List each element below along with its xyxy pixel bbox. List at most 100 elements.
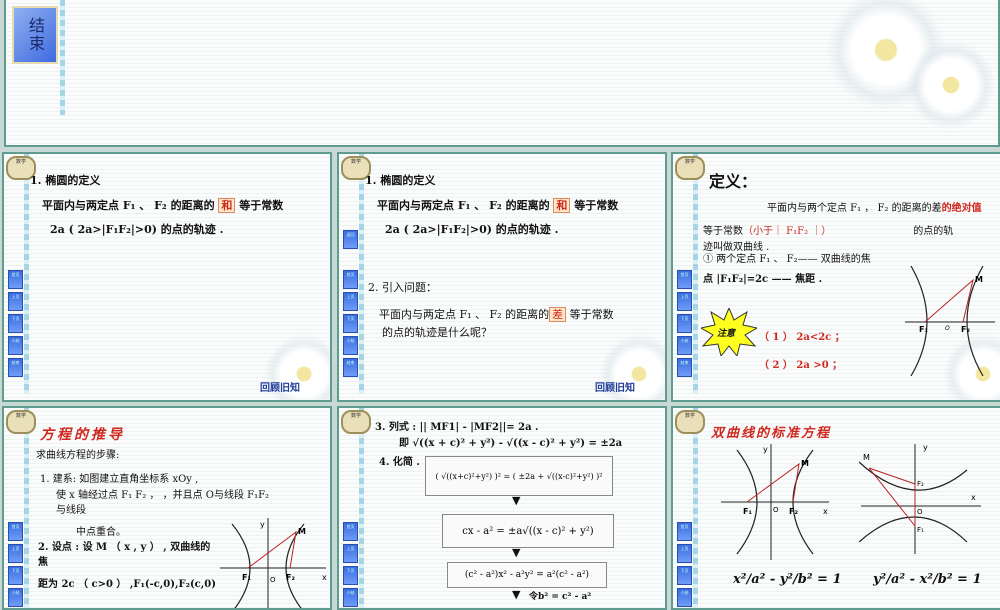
nav-next[interactable]: 下页	[8, 314, 23, 333]
label-M: M	[801, 459, 809, 468]
decor-strip	[24, 154, 29, 394]
text-condition: （小于｜ F₁F₂ ｜）	[743, 226, 832, 237]
arrow-down-icon: ▼	[512, 494, 521, 507]
label-F1: F₁	[919, 325, 928, 334]
nav-summary[interactable]: 小结	[343, 588, 358, 607]
label-M: M	[975, 275, 983, 284]
slide-2[interactable]: 数学 返回 首页 上页 下页 小结 结束 1. 椭圆的定义 平面内与两定点 F₁…	[337, 152, 667, 402]
nav-home[interactable]: 首页	[677, 522, 692, 541]
label-O: O	[773, 506, 779, 514]
step-1-cont: 使 x 轴经过点 F₁ F₂ ， ，并且点 O与线段 F₁F₂	[56, 490, 270, 501]
review-link[interactable]: 回顾旧知	[595, 379, 635, 394]
nav-prev[interactable]: 上页	[677, 544, 692, 563]
label-F2: F₂	[961, 325, 970, 334]
nav-prev[interactable]: 上页	[8, 544, 23, 563]
slide-title: 定义：	[709, 172, 758, 191]
step-2: 2. 设点 : 设 M （ x , y ） , 双曲线的	[38, 542, 211, 553]
step-3-equation: 即 √((x + c)² + y²) - √((x - c)² + y²) = …	[399, 438, 623, 449]
end-button[interactable]: 结束	[12, 6, 58, 64]
logo: 数学	[675, 156, 705, 180]
hyperbola-vertical-diagram: y x M F₂ O F₁	[859, 443, 981, 554]
standard-equation-2: y²/a² - x²/b² = 1	[873, 572, 982, 587]
nav-next[interactable]: 下页	[677, 566, 692, 585]
nav-next[interactable]: 下页	[343, 566, 358, 585]
standard-equation-1: x²/a² - y²/b² = 1	[733, 572, 842, 587]
decor-strip	[693, 154, 698, 394]
label-x: x	[823, 507, 828, 516]
nav-prev[interactable]: 上页	[677, 292, 692, 311]
slide-5[interactable]: 数学 首页 上页 下页 小结 3. 列式 : || MF1| - |MF2||=…	[337, 406, 667, 610]
label-F1: F₁	[917, 526, 924, 534]
nav-summary[interactable]: 小结	[8, 588, 23, 607]
text: 平面内与两定点 F₁ 、 F₂ 的距离的	[377, 199, 550, 212]
text-abs-value: 的绝对值	[941, 203, 982, 214]
def-line-4: ① 两个定点 F₁ 、 F₂—— 双曲线的焦	[703, 254, 871, 265]
nav-prev[interactable]: 上页	[343, 544, 358, 563]
hyperbola-diagram: y x M F₁ O F₂	[220, 518, 327, 608]
step-3: 3. 列式 : || MF1| - |MF2||= 2a .	[375, 422, 539, 433]
nav-next[interactable]: 下页	[343, 314, 358, 333]
label-F2: F₂	[917, 480, 924, 488]
slide-6[interactable]: 数学 首页 上页 下页 小结 双曲线的标准方程 y x M F₁ O F₂ y …	[671, 406, 1000, 610]
slide-3[interactable]: 数学 首页 上页 下页 小结 结束 定义： 平面内与两个定点 F₁ ， F₂ 的…	[671, 152, 1000, 402]
def-line-2: 等于常数（小于｜ F₁F₂ ｜） 的点的轨	[703, 222, 953, 237]
decor-strip	[359, 408, 364, 608]
text: 的点的轨	[913, 226, 954, 237]
step-1-cont-2: 与线段	[56, 505, 86, 516]
equation-box-2: cx - a² = ±a√((x - c)² + y²)	[442, 514, 614, 548]
label-x: x	[322, 573, 327, 582]
text: 等于常数	[569, 308, 614, 321]
nav-home[interactable]: 首页	[677, 270, 692, 289]
nav-summary[interactable]: 小结	[677, 588, 692, 607]
step-4: 4. 化简 .	[379, 457, 420, 468]
decor-strip	[60, 0, 65, 115]
nav-end[interactable]: 结束	[8, 358, 23, 377]
slide-4[interactable]: 数学 首页 上页 下页 小结 方程的推导 求曲线方程的步骤: 1. 建系: 如图…	[2, 406, 332, 610]
slide-title: 方程的推导	[40, 427, 125, 443]
definition-line-2: 2a ( 2a>|F₁F₂|>0) 的点的轨迹 .	[385, 223, 559, 236]
text: 平面内与两定点 F₁ 、 F₂ 的距离的	[42, 199, 215, 212]
label-x: x	[971, 493, 976, 502]
step-1: 1. 建系: 如图建立直角坐标系 xOy ,	[40, 474, 199, 485]
end-label: 结束	[26, 17, 45, 53]
label-F2: F₂	[789, 507, 798, 516]
nav-next[interactable]: 下页	[677, 314, 692, 333]
arrow-down-icon: ▼	[512, 588, 521, 601]
definition-line-2: 2a ( 2a>|F₁F₂|>0) 的点的轨迹 .	[50, 223, 224, 236]
text: 平面内与两个定点 F₁ ， F₂ 的距离的差	[767, 203, 942, 214]
logo: 数学	[675, 410, 705, 434]
nav-home[interactable]: 首页	[8, 522, 23, 541]
nav-home[interactable]: 首页	[343, 522, 358, 541]
review-link[interactable]: 回顾旧知	[260, 379, 300, 394]
nav-prev[interactable]: 上页	[343, 292, 358, 311]
nav-prev[interactable]: 上页	[8, 292, 23, 311]
definition-line: 平面内与两定点 F₁ 、 F₂ 的距离的 和 等于常数	[42, 197, 283, 213]
nav-next[interactable]: 下页	[8, 566, 23, 585]
condition-2: （ 2 ） 2a >0 ；	[759, 360, 843, 371]
nav-home[interactable]: 首页	[343, 270, 358, 289]
nav-end[interactable]: 结束	[343, 358, 358, 377]
label-y: y	[260, 520, 265, 529]
decor-strip	[693, 408, 698, 608]
nav-home[interactable]: 首页	[8, 270, 23, 289]
label-y: y	[763, 445, 768, 454]
label-F2: F₂	[286, 573, 295, 582]
text: 等于常数	[703, 226, 743, 237]
nav-end[interactable]: 结束	[677, 358, 692, 377]
slide-end[interactable]: 结束	[4, 0, 1000, 147]
flower-decoration	[906, 40, 996, 130]
label-y: y	[923, 443, 928, 452]
nav-summary[interactable]: 小结	[8, 336, 23, 355]
decor-strip	[359, 154, 364, 394]
label-O: O	[270, 576, 276, 584]
nav-summary[interactable]: 小结	[677, 336, 692, 355]
arrow-down-icon: ▼	[512, 546, 521, 559]
nav-back[interactable]: 返回	[343, 230, 358, 249]
question-title: 2. 引入问题：	[368, 281, 437, 294]
label-O: O	[945, 325, 950, 332]
slide-title: 双曲线的标准方程	[711, 426, 832, 441]
nav-summary[interactable]: 小结	[343, 336, 358, 355]
slide-title: 1. 椭圆的定义	[365, 174, 436, 187]
slide-1[interactable]: 数学 首页 上页 下页 小结 结束 1. 椭圆的定义 平面内与两定点 F₁ 、 …	[2, 152, 332, 402]
logo: 数学	[341, 410, 371, 434]
